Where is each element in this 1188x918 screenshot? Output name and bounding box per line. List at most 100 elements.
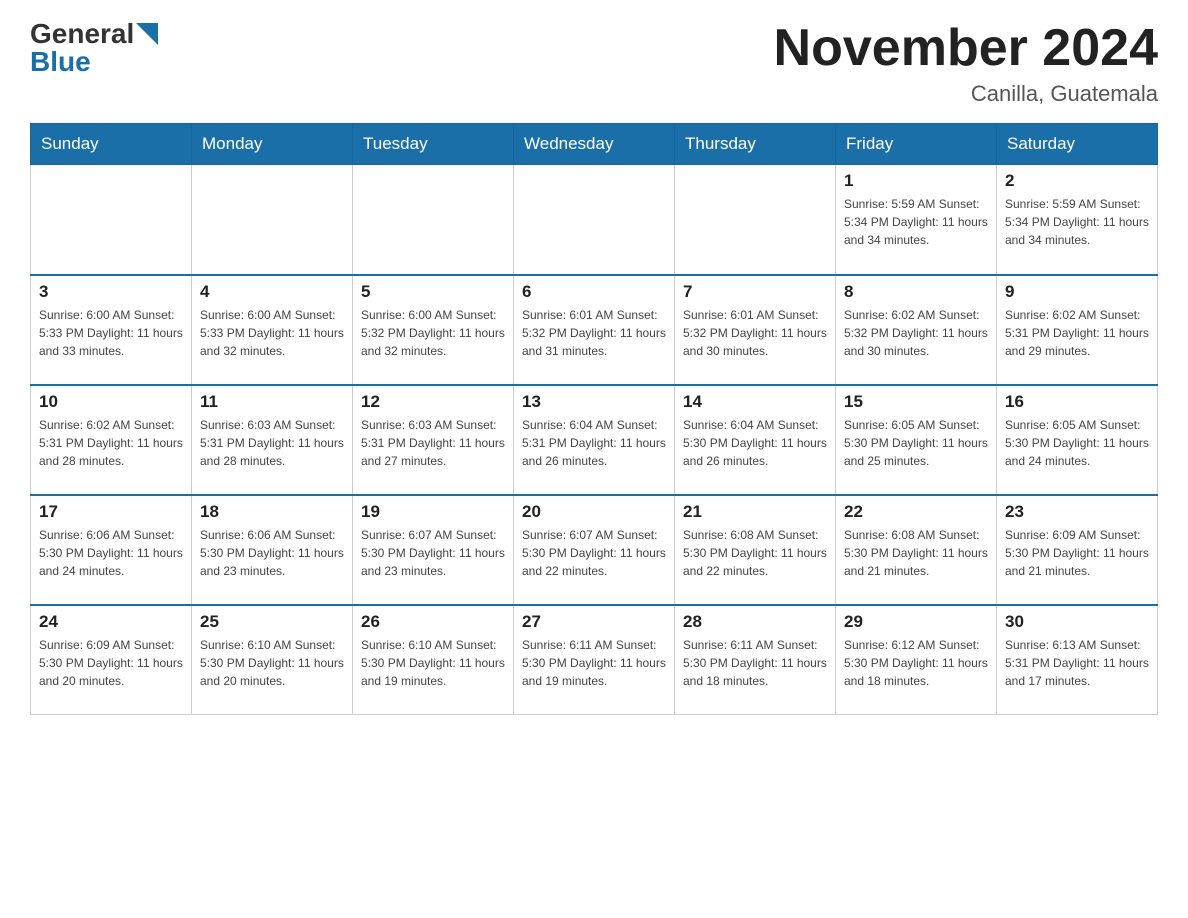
calendar-cell: 27 Sunrise: 6:11 AM Sunset: 5:30 PM Dayli… xyxy=(514,605,675,715)
week-row-3: 17 Sunrise: 6:06 AM Sunset: 5:30 PM Dayli… xyxy=(31,495,1158,605)
header-friday: Friday xyxy=(836,124,997,165)
day-info: Sunrise: 6:00 AM Sunset: 5:32 PM Dayligh… xyxy=(361,306,505,360)
calendar-cell: 18 Sunrise: 6:06 AM Sunset: 5:30 PM Dayli… xyxy=(192,495,353,605)
calendar-cell: 19 Sunrise: 6:07 AM Sunset: 5:30 PM Dayli… xyxy=(353,495,514,605)
calendar-cell xyxy=(192,165,353,275)
calendar-subtitle: Canilla, Guatemala xyxy=(774,81,1158,107)
day-info: Sunrise: 6:10 AM Sunset: 5:30 PM Dayligh… xyxy=(361,636,505,690)
calendar-cell xyxy=(514,165,675,275)
day-number: 20 xyxy=(522,502,666,522)
day-number: 28 xyxy=(683,612,827,632)
calendar-cell: 22 Sunrise: 6:08 AM Sunset: 5:30 PM Dayli… xyxy=(836,495,997,605)
day-number: 29 xyxy=(844,612,988,632)
day-info: Sunrise: 6:12 AM Sunset: 5:30 PM Dayligh… xyxy=(844,636,988,690)
day-number: 25 xyxy=(200,612,344,632)
day-info: Sunrise: 6:05 AM Sunset: 5:30 PM Dayligh… xyxy=(844,416,988,470)
calendar-cell: 3Sunrise: 6:00 AM Sunset: 5:33 PM Daylig… xyxy=(31,275,192,385)
header-wednesday: Wednesday xyxy=(514,124,675,165)
week-row-1: 3Sunrise: 6:00 AM Sunset: 5:33 PM Daylig… xyxy=(31,275,1158,385)
day-info: Sunrise: 6:11 AM Sunset: 5:30 PM Dayligh… xyxy=(522,636,666,690)
calendar-cell xyxy=(353,165,514,275)
logo: General Blue xyxy=(30,20,158,76)
header-monday: Monday xyxy=(192,124,353,165)
logo-blue-text: Blue xyxy=(30,48,91,76)
calendar-cell xyxy=(31,165,192,275)
day-info: Sunrise: 6:07 AM Sunset: 5:30 PM Dayligh… xyxy=(361,526,505,580)
calendar-cell: 14 Sunrise: 6:04 AM Sunset: 5:30 PM Dayli… xyxy=(675,385,836,495)
day-info: Sunrise: 6:06 AM Sunset: 5:30 PM Dayligh… xyxy=(200,526,344,580)
day-number: 30 xyxy=(1005,612,1149,632)
day-number: 22 xyxy=(844,502,988,522)
day-info: Sunrise: 6:03 AM Sunset: 5:31 PM Dayligh… xyxy=(361,416,505,470)
week-row-0: 1Sunrise: 5:59 AM Sunset: 5:34 PM Daylig… xyxy=(31,165,1158,275)
day-info: Sunrise: 6:04 AM Sunset: 5:30 PM Dayligh… xyxy=(683,416,827,470)
logo-triangle-icon xyxy=(136,23,158,45)
day-number: 16 xyxy=(1005,392,1149,412)
day-number: 6 xyxy=(522,282,666,302)
day-number: 4 xyxy=(200,282,344,302)
calendar-cell: 7 Sunrise: 6:01 AM Sunset: 5:32 PM Daylig… xyxy=(675,275,836,385)
week-row-2: 10 Sunrise: 6:02 AM Sunset: 5:31 PM Dayli… xyxy=(31,385,1158,495)
day-info: Sunrise: 6:08 AM Sunset: 5:30 PM Dayligh… xyxy=(844,526,988,580)
title-area: November 2024 Canilla, Guatemala xyxy=(774,20,1158,107)
calendar-cell: 15 Sunrise: 6:05 AM Sunset: 5:30 PM Dayli… xyxy=(836,385,997,495)
calendar-cell xyxy=(675,165,836,275)
day-number: 7 xyxy=(683,282,827,302)
calendar-cell: 28 Sunrise: 6:11 AM Sunset: 5:30 PM Dayli… xyxy=(675,605,836,715)
week-row-4: 24 Sunrise: 6:09 AM Sunset: 5:30 PM Dayli… xyxy=(31,605,1158,715)
day-number: 24 xyxy=(39,612,183,632)
day-number: 17 xyxy=(39,502,183,522)
calendar-cell: 25 Sunrise: 6:10 AM Sunset: 5:30 PM Dayli… xyxy=(192,605,353,715)
day-number: 2 xyxy=(1005,171,1149,191)
day-number: 9 xyxy=(1005,282,1149,302)
day-number: 14 xyxy=(683,392,827,412)
day-info: Sunrise: 6:02 AM Sunset: 5:32 PM Dayligh… xyxy=(844,306,988,360)
day-number: 23 xyxy=(1005,502,1149,522)
day-info: Sunrise: 6:01 AM Sunset: 5:32 PM Dayligh… xyxy=(522,306,666,360)
logo-general-text: General xyxy=(30,20,134,48)
day-info: Sunrise: 6:02 AM Sunset: 5:31 PM Dayligh… xyxy=(39,416,183,470)
day-info: Sunrise: 6:03 AM Sunset: 5:31 PM Dayligh… xyxy=(200,416,344,470)
day-number: 12 xyxy=(361,392,505,412)
calendar-cell: 6 Sunrise: 6:01 AM Sunset: 5:32 PM Daylig… xyxy=(514,275,675,385)
day-number: 8 xyxy=(844,282,988,302)
calendar-cell: 13 Sunrise: 6:04 AM Sunset: 5:31 PM Dayli… xyxy=(514,385,675,495)
header-saturday: Saturday xyxy=(997,124,1158,165)
calendar-cell: 20Sunrise: 6:07 AM Sunset: 5:30 PM Dayli… xyxy=(514,495,675,605)
calendar-cell: 2Sunrise: 5:59 AM Sunset: 5:34 PM Daylig… xyxy=(997,165,1158,275)
day-info: Sunrise: 6:09 AM Sunset: 5:30 PM Dayligh… xyxy=(39,636,183,690)
calendar-cell: 12 Sunrise: 6:03 AM Sunset: 5:31 PM Dayli… xyxy=(353,385,514,495)
day-number: 15 xyxy=(844,392,988,412)
day-number: 11 xyxy=(200,392,344,412)
day-info: Sunrise: 6:04 AM Sunset: 5:31 PM Dayligh… xyxy=(522,416,666,470)
day-number: 19 xyxy=(361,502,505,522)
day-number: 5 xyxy=(361,282,505,302)
day-info: Sunrise: 6:09 AM Sunset: 5:30 PM Dayligh… xyxy=(1005,526,1149,580)
calendar-cell: 4Sunrise: 6:00 AM Sunset: 5:33 PM Daylig… xyxy=(192,275,353,385)
day-number: 18 xyxy=(200,502,344,522)
day-info: Sunrise: 5:59 AM Sunset: 5:34 PM Dayligh… xyxy=(844,195,988,249)
calendar-cell: 11 Sunrise: 6:03 AM Sunset: 5:31 PM Dayli… xyxy=(192,385,353,495)
calendar-table: SundayMondayTuesdayWednesdayThursdayFrid… xyxy=(30,123,1158,715)
day-number: 3 xyxy=(39,282,183,302)
calendar-cell: 16Sunrise: 6:05 AM Sunset: 5:30 PM Dayli… xyxy=(997,385,1158,495)
day-info: Sunrise: 6:13 AM Sunset: 5:31 PM Dayligh… xyxy=(1005,636,1149,690)
day-number: 27 xyxy=(522,612,666,632)
day-info: Sunrise: 6:10 AM Sunset: 5:30 PM Dayligh… xyxy=(200,636,344,690)
calendar-cell: 30 Sunrise: 6:13 AM Sunset: 5:31 PM Dayli… xyxy=(997,605,1158,715)
day-number: 13 xyxy=(522,392,666,412)
calendar-cell: 17 Sunrise: 6:06 AM Sunset: 5:30 PM Dayli… xyxy=(31,495,192,605)
header-sunday: Sunday xyxy=(31,124,192,165)
calendar-title: November 2024 xyxy=(774,20,1158,77)
day-info: Sunrise: 6:06 AM Sunset: 5:30 PM Dayligh… xyxy=(39,526,183,580)
calendar-cell: 26Sunrise: 6:10 AM Sunset: 5:30 PM Dayli… xyxy=(353,605,514,715)
day-info: Sunrise: 6:08 AM Sunset: 5:30 PM Dayligh… xyxy=(683,526,827,580)
calendar-cell: 10 Sunrise: 6:02 AM Sunset: 5:31 PM Dayli… xyxy=(31,385,192,495)
day-info: Sunrise: 6:11 AM Sunset: 5:30 PM Dayligh… xyxy=(683,636,827,690)
day-info: Sunrise: 6:02 AM Sunset: 5:31 PM Dayligh… xyxy=(1005,306,1149,360)
calendar-cell: 29 Sunrise: 6:12 AM Sunset: 5:30 PM Dayli… xyxy=(836,605,997,715)
calendar-cell: 21Sunrise: 6:08 AM Sunset: 5:30 PM Dayli… xyxy=(675,495,836,605)
day-number: 10 xyxy=(39,392,183,412)
calendar-cell: 23 Sunrise: 6:09 AM Sunset: 5:30 PM Dayli… xyxy=(997,495,1158,605)
day-info: Sunrise: 6:01 AM Sunset: 5:32 PM Dayligh… xyxy=(683,306,827,360)
